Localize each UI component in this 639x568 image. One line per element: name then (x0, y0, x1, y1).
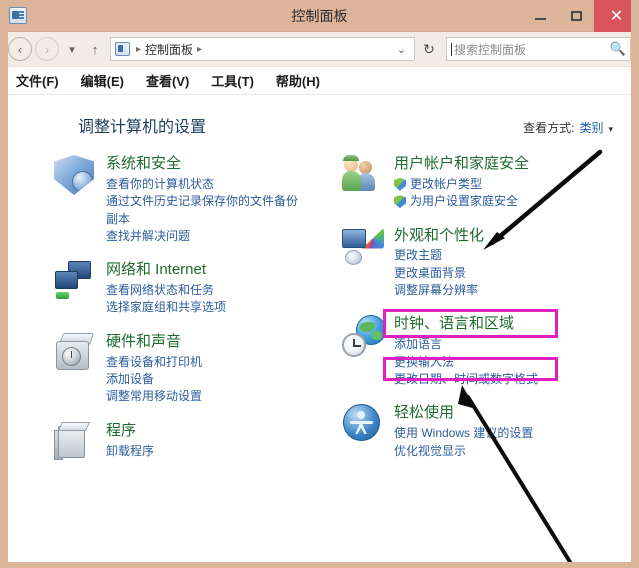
refresh-button[interactable]: ↻ (418, 41, 440, 58)
category-title-user-accounts[interactable]: 用户帐户和家庭安全 (394, 155, 592, 174)
view-by-control[interactable]: 查看方式: 类别 ▾ (523, 119, 613, 136)
user-accounts-family-safety-icon[interactable] (342, 155, 384, 197)
close-button[interactable]: ✕ (594, 0, 639, 32)
link-adjust-mobility-settings[interactable]: 调整常用移动设置 (106, 388, 304, 405)
category-hardware-and-sound: 硬件和声音 查看设备和打印机 添加设备 调整常用移动设置 (54, 332, 304, 406)
category-user-accounts-and-family-safety: 用户帐户和家庭安全 更改帐户类型 为用户设置家庭安全 (342, 155, 592, 211)
link-view-computer-status[interactable]: 查看你的计算机状态 (106, 176, 304, 193)
category-title-programs[interactable]: 程序 (106, 422, 304, 441)
system-security-shield-icon[interactable] (54, 155, 96, 197)
link-label: 为用户设置家庭安全 (410, 194, 519, 209)
link-change-date-time-number-formats[interactable]: 更改日期、时间或数字格式 (394, 371, 592, 388)
right-column: 用户帐户和家庭安全 更改帐户类型 为用户设置家庭安全 外观和个性化 更改主题 更… (342, 155, 592, 480)
menu-item-file[interactable]: 文件(F) (16, 71, 59, 90)
category-columns: 系统和安全 查看你的计算机状态 通过文件历史记录保存你的文件备份副本 查找并解决… (22, 155, 619, 480)
category-appearance-and-personalization: 外观和个性化 更改主题 更改桌面背景 调整屏幕分辨率 (342, 227, 592, 300)
link-file-history-backup[interactable]: 通过文件历史记录保存你的文件备份副本 (106, 193, 304, 228)
category-body: 时钟、语言和区域 添加语言 更换输入法 更改日期、时间或数字格式 (394, 315, 592, 388)
search-box[interactable]: 搜索控制面板 🔍 (446, 37, 631, 61)
clock-language-region-icon[interactable] (342, 315, 386, 358)
maximize-button[interactable] (558, 0, 594, 32)
view-by-label: 查看方式: (523, 121, 575, 135)
shield-icon (394, 177, 406, 191)
search-icon[interactable]: 🔍 (610, 41, 626, 57)
ease-of-access-icon[interactable] (342, 404, 384, 446)
hardware-sound-icon[interactable] (54, 332, 96, 375)
category-body: 用户帐户和家庭安全 更改帐户类型 为用户设置家庭安全 (394, 155, 592, 211)
category-body: 系统和安全 查看你的计算机状态 通过文件历史记录保存你的文件备份副本 查找并解决… (106, 155, 304, 245)
recent-locations-caret-icon[interactable]: ▾ (62, 43, 82, 56)
category-title-clock-language-region[interactable]: 时钟、语言和区域 (394, 315, 592, 334)
link-homegroup-sharing-options[interactable]: 选择家庭组和共享选项 (106, 299, 304, 316)
address-dropdown-icon[interactable]: ⌄ (393, 43, 410, 56)
link-optimize-visual-display[interactable]: 优化视觉显示 (394, 443, 592, 460)
left-column: 系统和安全 查看你的计算机状态 通过文件历史记录保存你的文件备份副本 查找并解决… (54, 155, 304, 480)
link-view-network-status[interactable]: 查看网络状态和任务 (106, 282, 304, 299)
link-change-input-method[interactable]: 更换输入法 (394, 354, 592, 371)
link-view-devices-and-printers[interactable]: 查看设备和打印机 (106, 354, 304, 371)
link-use-windows-recommended-settings[interactable]: 使用 Windows 建议的设置 (394, 425, 592, 442)
menu-item-edit[interactable]: 编辑(E) (81, 71, 124, 90)
content-header: 调整计算机的设置 查看方式: 类别 ▾ (22, 113, 619, 137)
menu-item-tools[interactable]: 工具(T) (211, 71, 254, 90)
category-body: 轻松使用 使用 Windows 建议的设置 优化视觉显示 (394, 404, 592, 460)
menu-item-view[interactable]: 查看(V) (146, 71, 189, 90)
address-bar[interactable]: ▸ 控制面板 ▸ ⌄ (110, 37, 415, 61)
link-uninstall-a-program[interactable]: 卸载程序 (106, 443, 304, 460)
link-setup-family-safety[interactable]: 为用户设置家庭安全 (394, 193, 592, 210)
page-title: 调整计算机的设置 (78, 119, 207, 136)
programs-icon[interactable] (54, 421, 96, 464)
shield-icon (394, 195, 406, 209)
menu-bar: 文件(F) 编辑(E) 查看(V) 工具(T) 帮助(H) (0, 67, 639, 95)
category-body: 网络和 Internet 查看网络状态和任务 选择家庭组和共享选项 (106, 261, 304, 317)
title-bar-left (0, 7, 27, 24)
category-programs: 程序 卸载程序 (54, 421, 304, 464)
category-body: 硬件和声音 查看设备和打印机 添加设备 调整常用移动设置 (106, 333, 304, 406)
network-internet-icon[interactable] (54, 261, 96, 303)
chevron-down-icon[interactable]: ▾ (608, 124, 613, 135)
control-panel-icon (9, 7, 27, 24)
category-title-hardware-and-sound[interactable]: 硬件和声音 (106, 333, 304, 352)
category-title-ease-of-access[interactable]: 轻松使用 (394, 404, 592, 423)
navigation-bar: ‹ › ▾ ↑ ▸ 控制面板 ▸ ⌄ ↻ 搜索控制面板 🔍 (0, 32, 639, 67)
breadcrumb-control-panel-icon (115, 42, 130, 56)
title-bar[interactable]: 控制面板 ✕ (0, 0, 639, 32)
category-title-appearance[interactable]: 外观和个性化 (394, 227, 592, 246)
view-by-value[interactable]: 类别 (579, 119, 603, 136)
back-button[interactable]: ‹ (8, 37, 32, 61)
breadcrumb-separator-2[interactable]: ▸ (193, 44, 206, 55)
link-adjust-screen-resolution[interactable]: 调整屏幕分辨率 (394, 282, 592, 299)
category-title-network-and-internet[interactable]: 网络和 Internet (106, 261, 304, 280)
link-change-account-type[interactable]: 更改帐户类型 (394, 176, 592, 193)
appearance-personalization-icon[interactable] (342, 227, 384, 269)
link-find-and-fix-problems[interactable]: 查找并解决问题 (106, 228, 304, 245)
control-panel-window: 控制面板 ✕ ‹ › ▾ ↑ ▸ 控制面板 ▸ ⌄ ↻ 搜索控制面板 🔍 文件(… (0, 0, 639, 568)
search-text-caret (451, 42, 452, 56)
category-body: 外观和个性化 更改主题 更改桌面背景 调整屏幕分辨率 (394, 227, 592, 300)
category-ease-of-access: 轻松使用 使用 Windows 建议的设置 优化视觉显示 (342, 404, 592, 460)
breadcrumb-separator-1: ▸ (136, 43, 142, 55)
breadcrumb-item-control-panel[interactable]: 控制面板 (145, 41, 193, 58)
link-label: 更改帐户类型 (410, 176, 483, 191)
link-change-theme[interactable]: 更改主题 (394, 247, 592, 264)
link-change-desktop-background[interactable]: 更改桌面背景 (394, 265, 592, 282)
forward-button[interactable]: › (35, 37, 59, 61)
category-body: 程序 卸载程序 (106, 422, 304, 464)
content-area: 调整计算机的设置 查看方式: 类别 ▾ 系统和安全 查看你的计算机状态 通过文件… (0, 95, 639, 568)
category-title-system-and-security[interactable]: 系统和安全 (106, 155, 304, 174)
category-clock-language-and-region: 时钟、语言和区域 添加语言 更换输入法 更改日期、时间或数字格式 (342, 315, 592, 388)
minimize-button[interactable] (522, 0, 558, 32)
search-input[interactable]: 搜索控制面板 (454, 41, 610, 58)
menu-item-help[interactable]: 帮助(H) (276, 71, 320, 90)
up-button[interactable]: ↑ (85, 42, 105, 57)
category-network-and-internet: 网络和 Internet 查看网络状态和任务 选择家庭组和共享选项 (54, 261, 304, 317)
link-add-a-language[interactable]: 添加语言 (394, 336, 592, 353)
category-system-and-security: 系统和安全 查看你的计算机状态 通过文件历史记录保存你的文件备份副本 查找并解决… (54, 155, 304, 245)
window-controls: ✕ (522, 0, 639, 32)
link-add-a-device[interactable]: 添加设备 (106, 371, 304, 388)
